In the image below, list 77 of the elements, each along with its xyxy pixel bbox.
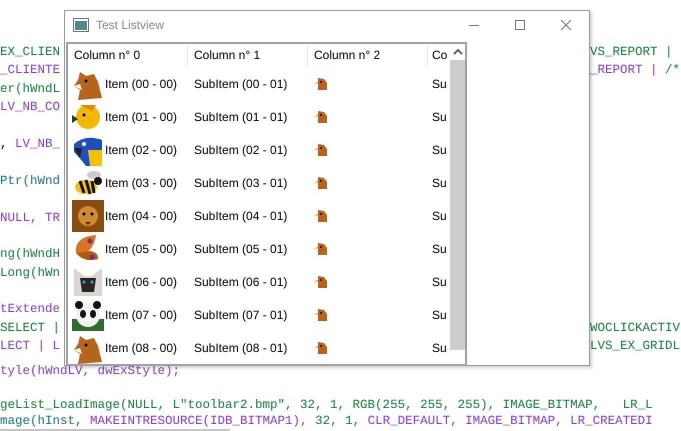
code-text: LVS_EX_GRIDL xyxy=(590,338,680,356)
animal-head-icon xyxy=(314,274,328,288)
code-text: er(hWndL xyxy=(0,80,60,98)
list-cell: Su xyxy=(432,208,447,222)
list-cell-text: Item (04 - 00) xyxy=(105,208,178,224)
list-cell-text: Item (06 - 00) xyxy=(105,274,178,290)
code-text: NULL, TR xyxy=(0,210,60,227)
animal-head-icon xyxy=(314,340,328,354)
code-text: geList_LoadImage(NULL, L"toolbar2.bmp", 32, 1, RGB(255, 255, 255), IMAGE_BITMAP, LR_L xyxy=(0,396,653,414)
code-text: LV_NB_CO xyxy=(0,99,60,116)
list-cell: Su xyxy=(432,176,447,190)
code-text: _CLIENTE xyxy=(0,62,60,80)
list-cell-text: Item (05 - 00) xyxy=(105,240,178,258)
list-cell: SubItem (02 - 01) xyxy=(194,142,288,156)
list-cell: Su xyxy=(432,242,447,256)
panda-icon xyxy=(72,298,104,330)
close-icon xyxy=(561,20,571,30)
list-row[interactable]: Item (01 - 00) SubItem (01 - 01) Su xyxy=(68,100,450,133)
animal-head-icon xyxy=(314,76,328,90)
code-text: Ptr(hWnd xyxy=(0,172,60,190)
list-cell: SubItem (05 - 01) xyxy=(194,242,288,256)
list-cell: SubItem (01 - 01) xyxy=(194,110,288,124)
list-row[interactable]: Item (04 - 00) SubItem (04 - 01) Su xyxy=(68,199,450,232)
list-cell-text: Item (03 - 00) xyxy=(105,174,178,192)
code-text: , xyxy=(0,136,8,153)
window-title: Test Listview xyxy=(96,17,164,34)
list-cell: Su xyxy=(432,110,447,124)
list-cell: SubItem (00 - 01) xyxy=(194,76,288,90)
code-text: _REPORT | xyxy=(590,62,658,80)
list-cell: SubItem (07 - 01) xyxy=(194,308,288,322)
code-text: tyle(hWndLV, dwExStyle); xyxy=(0,362,180,380)
animal-head-icon xyxy=(314,110,328,124)
code-text: SELECT | xyxy=(0,320,60,337)
code-text: ng(hWndH xyxy=(0,246,60,264)
list-row[interactable]: Item (02 - 00) SubItem (02 - 01) Su xyxy=(68,133,450,166)
animal-head-icon xyxy=(314,176,328,190)
list-cell: SubItem (06 - 01) xyxy=(194,274,288,288)
app-window-icon xyxy=(73,18,89,32)
list-row[interactable]: Item (07 - 00) SubItem (07 - 01) Su xyxy=(68,298,450,331)
code-text: /* xyxy=(665,62,680,80)
list-cell: SubItem (03 - 01) xyxy=(194,176,288,190)
code-text: MAKEINTRESOURCE(IDB_BITMAP1), xyxy=(90,413,308,430)
list-cell-text: Item (00 - 00) xyxy=(105,76,178,92)
maximize-icon xyxy=(515,20,525,30)
code-text: tExtende xyxy=(0,301,60,318)
list-cell: SubItem (04 - 01) xyxy=(194,208,288,222)
list-cell-text: Item (07 - 00) xyxy=(105,306,178,324)
list-row[interactable]: Item (00 - 00) SubItem (00 - 01) Su xyxy=(68,67,450,100)
list-cell-text: Item (01 - 00) xyxy=(105,108,178,126)
list-cell-text: Item (08 - 00) xyxy=(105,340,178,356)
code-text: 32, 1, xyxy=(315,413,360,430)
code-text: VS_REPORT | xyxy=(590,44,673,61)
code-text: LECT | L xyxy=(0,338,60,356)
code-text: Long(hWn xyxy=(0,264,60,282)
code-text: LV_NB_ xyxy=(15,136,60,153)
list-cell: Su xyxy=(432,274,447,288)
animal-head-icon xyxy=(314,242,328,256)
horizontal-scrollbar[interactable] xyxy=(0,429,230,431)
list-row[interactable]: Item (06 - 00) SubItem (06 - 01) Su xyxy=(68,265,450,298)
code-text: WOCLICKACTIV xyxy=(590,320,680,337)
list-cell-text: Item (02 - 00) xyxy=(105,142,178,158)
code-text: CLR_DEFAULT, IMAGE_BITMAP, LR_CREATEDI xyxy=(368,413,653,430)
lion-icon xyxy=(72,200,104,232)
list-cell: Su xyxy=(432,76,447,90)
code-text: EX_CLIEN xyxy=(0,44,60,61)
cat-icon xyxy=(72,266,104,298)
animal-head-icon xyxy=(314,308,328,322)
animal-head-icon xyxy=(314,208,328,222)
list-cell: Su xyxy=(432,308,447,322)
list-cell: SubItem (08 - 01) xyxy=(194,340,288,354)
list-row[interactable]: Item (03 - 00) SubItem (03 - 01) Su xyxy=(68,166,450,199)
list-row[interactable]: Item (05 - 00) SubItem (05 - 01) Su xyxy=(68,232,450,265)
list-row[interactable]: Item (08 - 00) SubItem (08 - 01) Su xyxy=(68,331,450,364)
list-cell: Su xyxy=(432,142,447,156)
list-cell: Su xyxy=(432,340,447,354)
code-text: mage(hInst, xyxy=(0,413,83,430)
animal-head-icon xyxy=(314,142,328,156)
